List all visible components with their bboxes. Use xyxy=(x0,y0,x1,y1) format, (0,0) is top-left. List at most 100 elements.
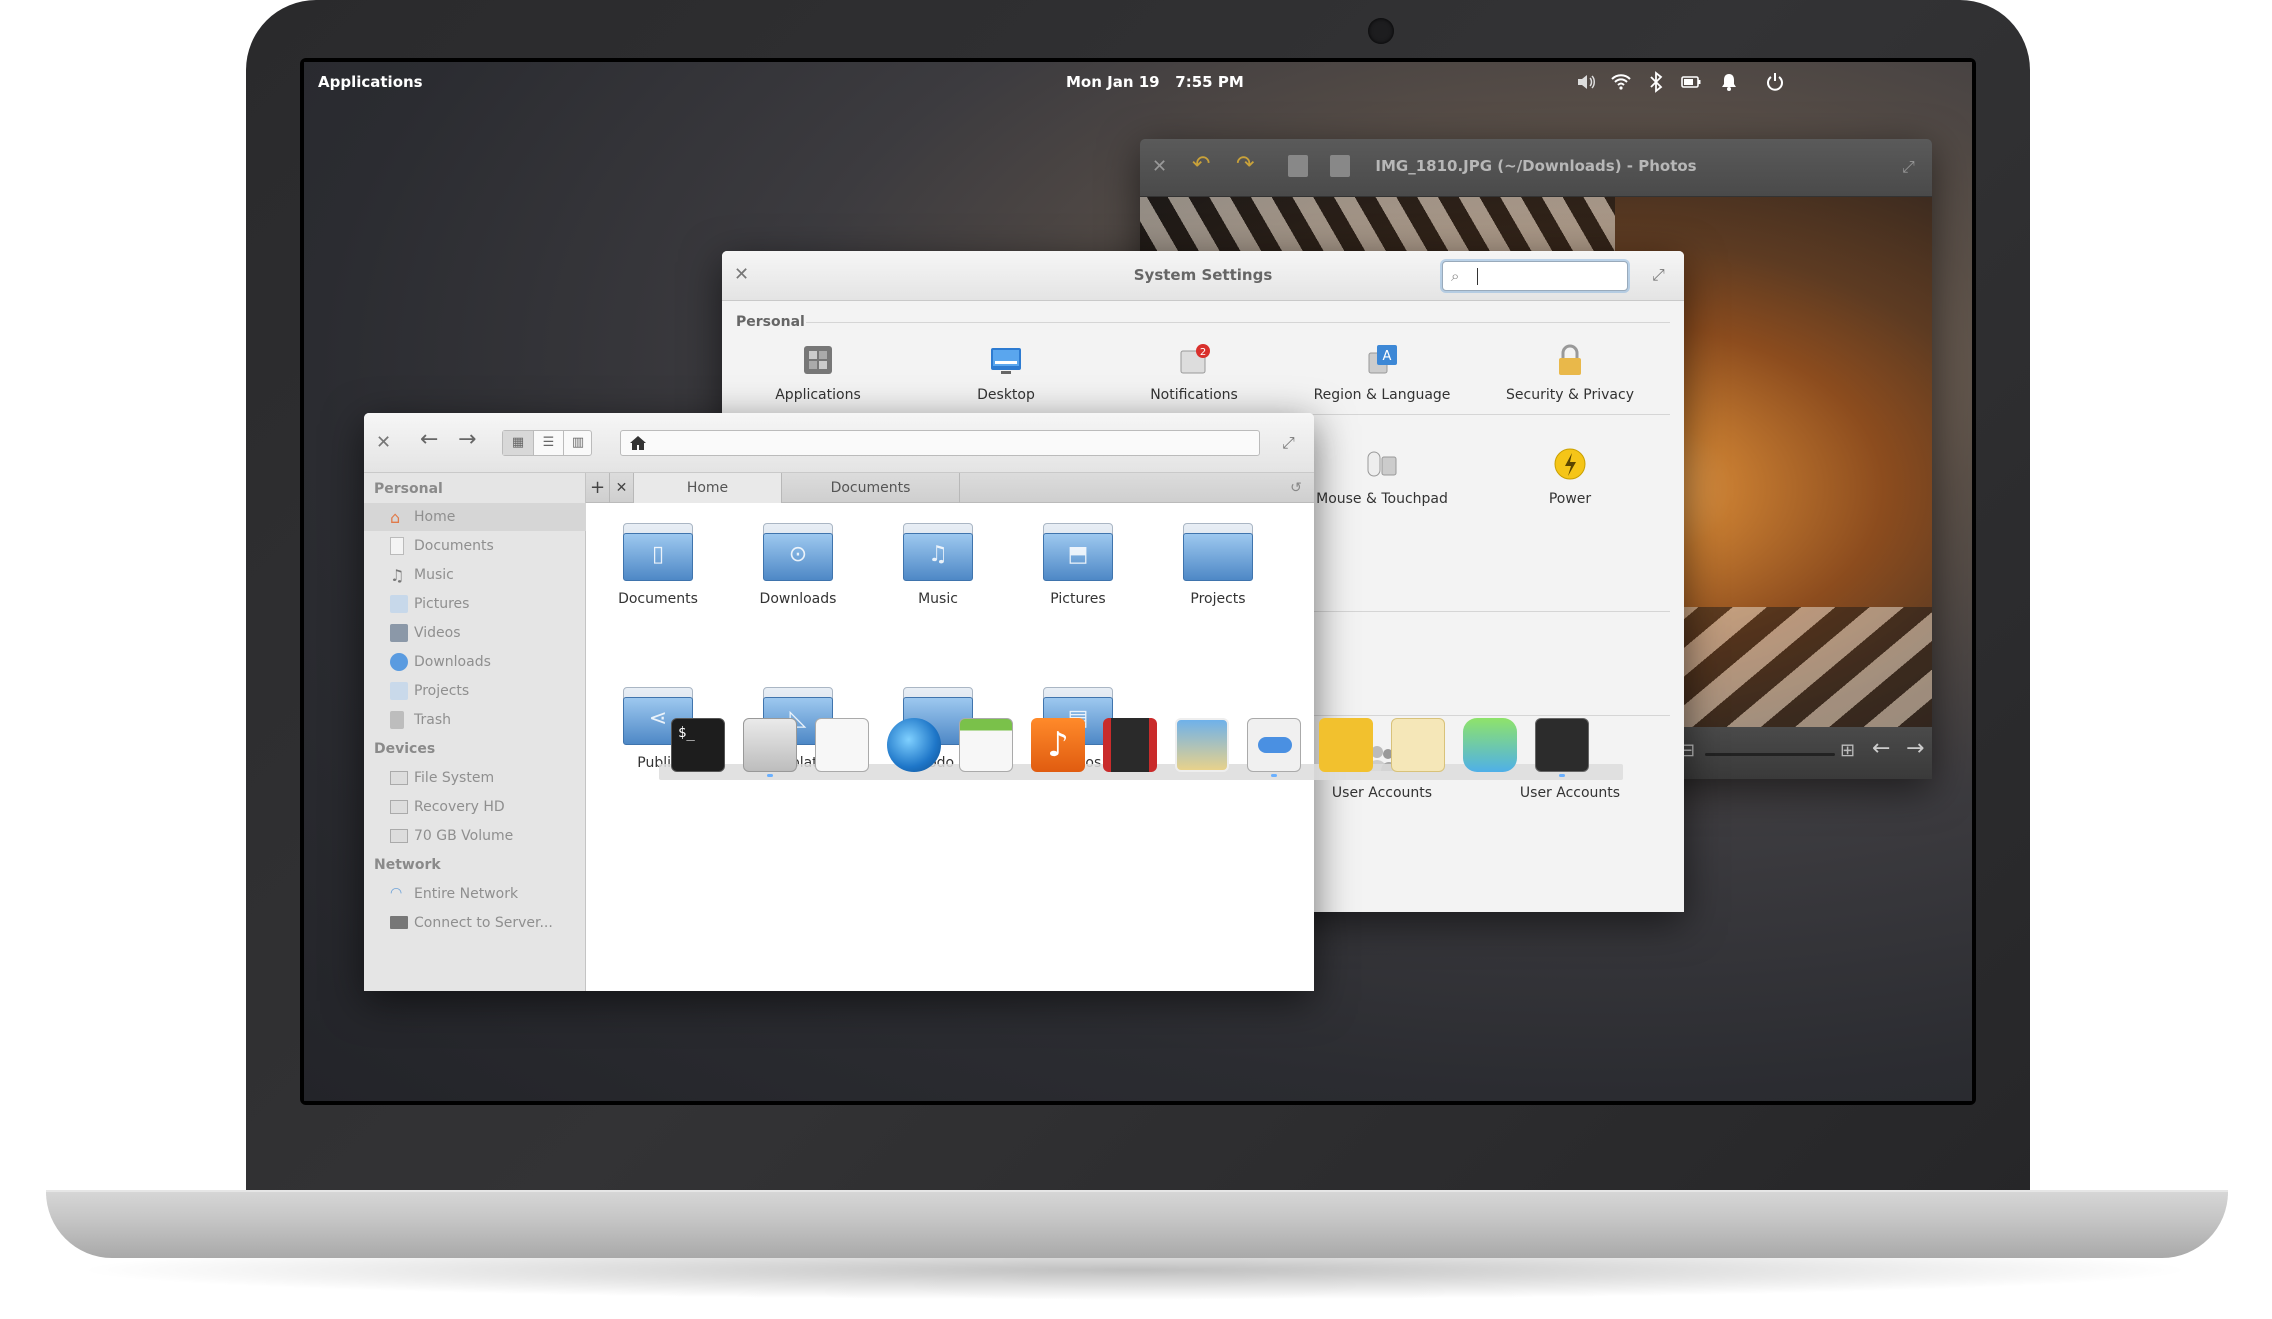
mail-icon[interactable] xyxy=(1391,718,1445,772)
search-icon: ⌕ xyxy=(1451,267,1460,285)
clock[interactable]: Mon Jan 19 7:55 PM xyxy=(1066,73,1244,91)
sidebar-item-label: Downloads xyxy=(414,654,491,670)
music-icon: ♫ xyxy=(390,566,405,585)
new-tab-icon[interactable]: + xyxy=(586,473,610,503)
back-icon[interactable]: ← xyxy=(420,429,438,451)
sidebar-item-label: Home xyxy=(414,509,456,525)
volume-icon[interactable] xyxy=(1575,71,1597,93)
sidebar-item-music[interactable]: ♫ Music xyxy=(364,561,586,589)
tab-home[interactable]: Home xyxy=(634,473,782,503)
settings-item-label: Desktop xyxy=(977,387,1035,403)
desktop-settings-icon xyxy=(991,348,1021,374)
close-icon[interactable]: ✕ xyxy=(376,433,391,453)
applications-menu[interactable]: Applications xyxy=(318,73,423,91)
terminal-icon[interactable]: $_ xyxy=(671,718,725,772)
pictures-icon xyxy=(390,595,408,613)
sidebar-item-label: Videos xyxy=(414,625,461,641)
settings-security-privacy[interactable]: Security & Privacy xyxy=(1480,343,1660,403)
search-input[interactable]: ⌕ xyxy=(1442,261,1628,291)
battery-icon[interactable] xyxy=(1680,71,1702,93)
document-icon xyxy=(390,537,404,555)
sidebar-item-connect-server[interactable]: Connect to Server... xyxy=(364,909,586,937)
sidebar-item-documents[interactable]: Documents xyxy=(364,532,586,560)
zoom-in-icon[interactable]: ⊞ xyxy=(1840,741,1855,761)
next-icon[interactable]: → xyxy=(1906,738,1924,760)
previous-icon[interactable]: ← xyxy=(1872,738,1890,760)
settings-desktop[interactable]: Desktop xyxy=(916,343,1096,403)
column-view-icon[interactable]: ▥ xyxy=(563,431,592,455)
sidebar-header-network: Network xyxy=(374,857,441,873)
messaging-icon[interactable] xyxy=(1463,718,1517,772)
settings-power[interactable]: Power xyxy=(1480,447,1660,507)
settings-notifications[interactable]: 2 Notifications xyxy=(1104,343,1284,403)
maximize-icon[interactable]: ⤢ xyxy=(1652,265,1665,285)
close-tab-icon[interactable]: ✕ xyxy=(610,473,634,503)
web-browser-icon[interactable] xyxy=(887,718,941,772)
files-window: ✕ ← → ▦ ☰ ▥ ⤢ Personal ⌂ Home Documents ♫… xyxy=(364,413,1314,991)
screen: Applications Mon Jan 19 7:55 PM ✕ ↶ ↷ IM… xyxy=(300,58,1976,1105)
folder-projects[interactable]: Projects xyxy=(1158,523,1278,607)
sidebar-item-trash[interactable]: Trash xyxy=(364,706,586,734)
drive-icon xyxy=(390,829,408,843)
folder-icon xyxy=(390,682,408,700)
sidebar-item-home[interactable]: ⌂ Home xyxy=(364,503,586,531)
folder-pictures[interactable]: ⬒ Pictures xyxy=(1018,523,1138,607)
settings-mouse-touchpad[interactable]: Mouse & Touchpad xyxy=(1292,447,1472,507)
switchboard-icon[interactable] xyxy=(1247,718,1301,772)
notifications-settings-icon: 2 xyxy=(1180,344,1210,374)
bluetooth-icon[interactable] xyxy=(1645,71,1667,93)
screenshot-icon[interactable] xyxy=(1535,718,1589,772)
notifications-icon[interactable] xyxy=(1718,71,1740,93)
taxi-icon[interactable] xyxy=(1319,718,1373,772)
tab-documents[interactable]: Documents xyxy=(782,473,960,503)
wifi-icon[interactable] xyxy=(1610,71,1632,93)
photo-pattern xyxy=(1140,197,1616,257)
folder-pictures-icon: ⬒ xyxy=(1043,523,1113,583)
svg-text:A: A xyxy=(1383,349,1392,364)
sidebar-item-label: Entire Network xyxy=(414,886,519,902)
region-language-icon: A xyxy=(1368,345,1397,374)
network-icon: ◠ xyxy=(390,885,403,901)
settings-applications[interactable]: Applications xyxy=(728,343,908,403)
desktop-wallpaper: Applications Mon Jan 19 7:55 PM ✕ ↶ ↷ IM… xyxy=(304,62,1972,1101)
settings-region-language[interactable]: A Region & Language xyxy=(1292,343,1472,403)
calendar-icon[interactable] xyxy=(959,718,1013,772)
text-editor-icon[interactable] xyxy=(815,718,869,772)
zoom-slider[interactable] xyxy=(1705,753,1835,756)
home-icon[interactable] xyxy=(629,435,647,451)
sidebar-item-label: Projects xyxy=(414,683,470,699)
power-icon[interactable] xyxy=(1764,71,1786,93)
settings-item-label: Power xyxy=(1548,491,1592,507)
maximize-icon[interactable]: ⤢ xyxy=(1282,433,1295,453)
sidebar-item-videos[interactable]: Videos xyxy=(364,619,586,647)
photos-icon[interactable] xyxy=(1175,718,1229,772)
sidebar-item-pictures[interactable]: Pictures xyxy=(364,590,586,618)
sidebar-item-70gb-volume[interactable]: 70 GB Volume xyxy=(364,822,586,850)
applications-settings-icon xyxy=(804,346,832,374)
list-view-icon[interactable]: ☰ xyxy=(533,431,563,455)
files-tab-bar: + ✕ Home Documents ↺ xyxy=(586,473,1314,503)
sidebar-item-entire-network[interactable]: ◠ Entire Network xyxy=(364,880,586,908)
path-bar[interactable] xyxy=(620,430,1260,456)
sidebar-item-downloads[interactable]: Downloads xyxy=(364,648,586,676)
folder-documents[interactable]: ▯ Documents xyxy=(598,523,718,607)
sidebar-item-recovery-hd[interactable]: Recovery HD xyxy=(364,793,586,821)
sidebar-item-file-system[interactable]: File System xyxy=(364,764,586,792)
files-sidebar: Personal ⌂ Home Documents ♫ Music Pictures… xyxy=(364,473,586,991)
history-icon[interactable]: ↺ xyxy=(1278,473,1314,503)
icon-view-icon[interactable]: ▦ xyxy=(503,431,533,455)
music-icon[interactable]: ♪ xyxy=(1031,718,1085,772)
maximize-icon[interactable]: ⤢ xyxy=(1902,157,1915,177)
settings-item-label: User Accounts xyxy=(1519,785,1621,801)
folder-music[interactable]: ♫ Music xyxy=(878,523,998,607)
folder-music-icon: ♫ xyxy=(903,523,973,583)
files-titlebar: ✕ ← → ▦ ☰ ▥ ⤢ xyxy=(364,413,1314,473)
videos-icon[interactable] xyxy=(1103,718,1157,772)
running-indicator xyxy=(767,774,773,777)
forward-icon[interactable]: → xyxy=(458,429,476,451)
time-label: 7:55 PM xyxy=(1175,73,1244,91)
folder-downloads[interactable]: ⊙ Downloads xyxy=(738,523,858,607)
sidebar-item-projects[interactable]: Projects xyxy=(364,677,586,705)
folder-icon xyxy=(1183,523,1253,583)
files-icon[interactable] xyxy=(743,718,797,772)
